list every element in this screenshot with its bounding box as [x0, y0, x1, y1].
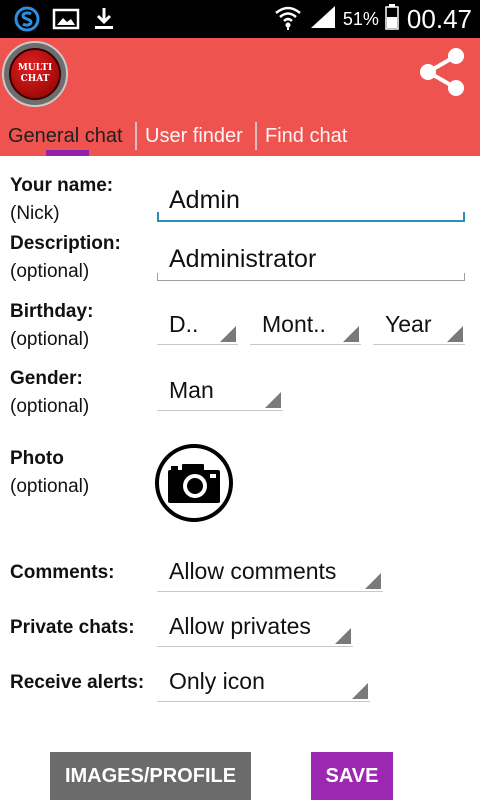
dropdown-arrow-icon [335, 628, 351, 644]
dropdown-arrow-icon [265, 392, 281, 408]
tab-bar: General chat User finder Find chat [0, 116, 480, 158]
year-value: Year [385, 311, 432, 337]
name-label: Your name: (Nick) [10, 175, 114, 224]
description-input[interactable]: Administrator [157, 237, 465, 281]
download-icon [92, 6, 116, 37]
alerts-label: Receive alerts: [10, 672, 145, 693]
clock: 00.47 [406, 4, 472, 34]
share-button[interactable] [414, 44, 474, 104]
battery-percent: 51% [342, 9, 379, 29]
logo-line2: CHAT [20, 74, 50, 84]
image-icon [52, 7, 80, 36]
month-value: Mont.. [262, 311, 326, 337]
private-chats-select[interactable]: Allow privates [157, 607, 353, 647]
wifi-icon [273, 3, 303, 36]
gender-label: Gender: (optional) [10, 368, 90, 417]
tab-user-finder[interactable]: User finder [145, 120, 243, 152]
save-button[interactable]: SAVE [311, 752, 393, 800]
alerts-value: Only icon [169, 668, 265, 694]
private-chats-value: Allow privates [169, 613, 311, 639]
dropdown-arrow-icon [352, 683, 368, 699]
tab-general-chat[interactable]: General chat [8, 120, 123, 152]
gender-select[interactable]: Man [157, 371, 283, 411]
comments-value: Allow comments [169, 558, 337, 584]
app-header: MULTI CHAT General chat User finder Find… [0, 38, 480, 158]
comments-label: Comments: [10, 562, 115, 583]
status-bar: 51% 00.47 [0, 0, 480, 38]
app-logo: MULTI CHAT [2, 41, 68, 107]
camera-icon [168, 464, 220, 503]
tab-separator [255, 122, 257, 150]
tab-separator [135, 122, 137, 150]
name-input[interactable]: Admin [157, 178, 465, 222]
header-divider [0, 156, 480, 158]
gender-value: Man [169, 377, 214, 403]
tab-find-chat[interactable]: Find chat [265, 120, 347, 152]
images-profile-button[interactable]: IMAGES/PROFILE [50, 752, 251, 800]
description-label: Description: (optional) [10, 233, 121, 282]
birthday-day-select[interactable]: D.. [157, 305, 238, 345]
dropdown-arrow-icon [447, 326, 463, 342]
photo-label: Photo (optional) [10, 448, 90, 497]
share-icon [420, 48, 464, 96]
logo-line1: MULTI [17, 63, 53, 73]
s-app-icon [14, 6, 40, 37]
alerts-select[interactable]: Only icon [157, 662, 370, 702]
dropdown-arrow-icon [343, 326, 359, 342]
dropdown-arrow-icon [365, 573, 381, 589]
birthday-month-select[interactable]: Mont.. [250, 305, 361, 345]
battery-icon [385, 4, 399, 35]
photo-button[interactable] [155, 444, 233, 522]
day-value: D.. [169, 311, 199, 337]
birthday-label: Birthday: (optional) [10, 301, 94, 350]
dropdown-arrow-icon [220, 326, 236, 342]
birthday-year-select[interactable]: Year [373, 305, 465, 345]
signal-icon [309, 4, 337, 35]
private-chats-label: Private chats: [10, 617, 135, 638]
comments-select[interactable]: Allow comments [157, 552, 383, 592]
